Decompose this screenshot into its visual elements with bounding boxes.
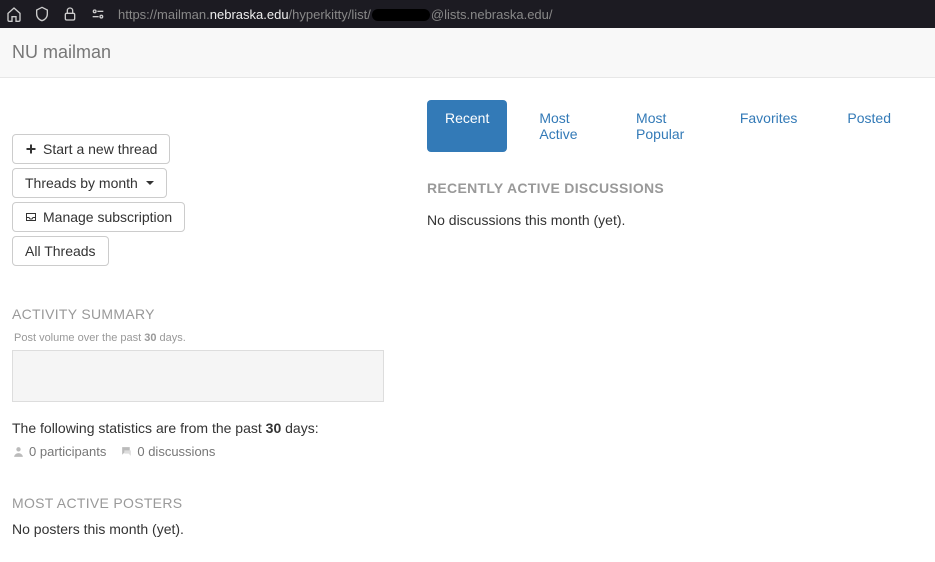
site-header: NU mailman xyxy=(0,28,935,78)
permissions-icon[interactable] xyxy=(90,6,106,22)
chevron-down-icon xyxy=(146,181,154,185)
url-path1: /hyperkitty/list/ xyxy=(289,7,371,22)
home-icon[interactable] xyxy=(6,6,22,22)
url-domain: nebraska.edu xyxy=(210,7,289,22)
recently-active-heading: RECENTLY ACTIVE DISCUSSIONS xyxy=(427,180,923,196)
url-prefix: https://mailman. xyxy=(118,7,210,22)
user-icon xyxy=(12,445,25,458)
tab-most-popular[interactable]: Most Popular xyxy=(618,100,708,152)
participants-stat: 0 participants xyxy=(12,444,106,459)
sidebar-actions: Start a new thread Threads by month Mana… xyxy=(12,134,403,270)
stats-intro-prefix: The following statistics are from the pa… xyxy=(12,420,266,436)
all-threads-button[interactable]: All Threads xyxy=(12,236,109,266)
tab-recent[interactable]: Recent xyxy=(427,100,507,152)
site-title-link[interactable]: NU mailman xyxy=(12,42,111,62)
manage-subscription-button[interactable]: Manage subscription xyxy=(12,202,185,232)
threads-by-month-dropdown[interactable]: Threads by month xyxy=(12,168,167,198)
most-active-posters-heading: MOST ACTIVE POSTERS xyxy=(12,495,403,511)
stats-intro: The following statistics are from the pa… xyxy=(12,420,403,436)
stats-row: 0 participants 0 discussions xyxy=(12,444,403,459)
tab-posted[interactable]: Posted xyxy=(829,100,909,152)
tab-favorites[interactable]: Favorites xyxy=(722,100,816,152)
participants-label: participants xyxy=(40,444,106,459)
url-redacted xyxy=(372,9,430,21)
url-path2: @lists.nebraska.edu/ xyxy=(431,7,553,22)
comments-icon xyxy=(120,445,133,458)
plus-icon xyxy=(25,143,37,155)
sidebar: Start a new thread Threads by month Mana… xyxy=(0,98,415,537)
start-new-thread-button[interactable]: Start a new thread xyxy=(12,134,170,164)
page-body: Start a new thread Threads by month Mana… xyxy=(0,78,935,537)
discussion-tabs: Recent Most Active Most Popular Favorite… xyxy=(427,100,923,152)
no-posters-message: No posters this month (yet). xyxy=(12,521,403,537)
url-display[interactable]: https://mailman.nebraska.edu/hyperkitty/… xyxy=(118,7,553,22)
no-discussions-message: No discussions this month (yet). xyxy=(427,212,923,228)
participants-count: 0 xyxy=(29,444,36,459)
start-new-thread-label: Start a new thread xyxy=(43,141,157,157)
post-volume-days: 30 xyxy=(144,332,156,344)
post-volume-chart xyxy=(12,350,384,402)
stats-days: 30 xyxy=(266,420,282,436)
discussions-stat: 0 discussions xyxy=(120,444,215,459)
manage-subscription-label: Manage subscription xyxy=(43,209,172,225)
main-content: Recent Most Active Most Popular Favorite… xyxy=(415,98,935,537)
lock-icon[interactable] xyxy=(62,6,78,22)
browser-address-bar: https://mailman.nebraska.edu/hyperkitty/… xyxy=(0,0,935,28)
discussions-label: discussions xyxy=(148,444,215,459)
discussions-count: 0 xyxy=(137,444,144,459)
shield-icon[interactable] xyxy=(34,6,50,22)
threads-by-month-label: Threads by month xyxy=(25,175,138,191)
tab-most-active[interactable]: Most Active xyxy=(521,100,604,152)
all-threads-label: All Threads xyxy=(25,243,96,259)
inbox-icon xyxy=(25,211,37,223)
post-volume-label: Post volume over the past 30 days. xyxy=(12,328,403,350)
stats-intro-suffix: days: xyxy=(281,420,318,436)
activity-summary-heading: ACTIVITY SUMMARY xyxy=(12,306,403,322)
